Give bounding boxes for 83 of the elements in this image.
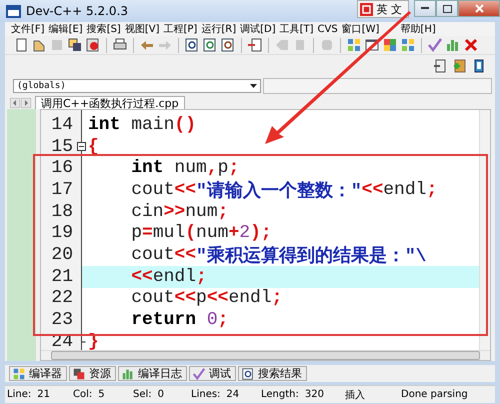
app-icon	[6, 4, 21, 18]
maximize-button[interactable]	[436, 0, 458, 17]
grid-icon	[12, 366, 26, 380]
ime-logo-icon	[360, 2, 372, 16]
code-line: cin>>num;	[130, 200, 230, 222]
line-number: 14	[51, 114, 73, 135]
panel-tab[interactable]: 资源	[69, 366, 116, 381]
close-button[interactable]	[458, 0, 500, 17]
tab-scroll-left-icon[interactable]	[10, 98, 20, 108]
save-all-icon[interactable]	[67, 37, 83, 53]
status-value: 0	[158, 389, 164, 400]
bar-chart-icon[interactable]	[445, 37, 461, 53]
status-label: Lines:	[191, 389, 220, 400]
status-value: 21	[37, 389, 50, 400]
status-value: 24	[226, 389, 240, 400]
grid-icon[interactable]	[346, 37, 362, 53]
bar-chart-icon	[121, 366, 135, 380]
pages-icon	[72, 366, 86, 380]
code-line: cout<<p<<endl;	[130, 288, 284, 310]
status-value: 插入	[345, 388, 365, 402]
menu-item[interactable]: 搜索[S]	[84, 22, 123, 36]
status-label: Sel:	[133, 389, 152, 400]
line-number: 20	[51, 244, 73, 265]
search-icon	[241, 366, 255, 380]
menu-item[interactable]: 编辑[E]	[46, 22, 85, 36]
search-icon[interactable]	[184, 37, 200, 53]
grid-icon[interactable]	[400, 37, 416, 53]
code-line: int num,p;	[130, 157, 240, 180]
close-file-icon[interactable]	[85, 37, 101, 53]
code-line: return 0;	[130, 309, 230, 331]
status-label: Col:	[73, 389, 92, 400]
status-label: Line:	[7, 389, 32, 400]
cross-icon[interactable]	[463, 37, 479, 53]
check-icon[interactable]	[427, 37, 443, 53]
status-value: 5	[98, 389, 105, 400]
menu-item[interactable]: 窗口[W]	[340, 22, 382, 36]
find-next-icon[interactable]	[220, 37, 236, 53]
code-line: {	[87, 136, 100, 158]
window-title: Dev-C++ 5.2.0.3	[26, 4, 130, 18]
panel-tab[interactable]: 调试	[189, 366, 236, 381]
minimize-icon	[421, 7, 429, 10]
code-line: cout<<"请输入一个整数："<<endl;	[130, 179, 438, 201]
code-line: int main()	[87, 114, 198, 136]
menu-item[interactable]: 文件[F]	[9, 22, 47, 36]
check-icon	[192, 366, 206, 380]
line-number: 15	[51, 136, 73, 157]
dropdown-arrow-icon	[250, 84, 257, 88]
ime-indicator[interactable]: 英 文	[356, 0, 409, 18]
line-number: 18	[51, 202, 73, 222]
goto-line-icon[interactable]	[247, 37, 263, 53]
status-value: Done parsing	[401, 389, 468, 400]
fold-toggle-icon[interactable]	[77, 142, 86, 152]
menu-item[interactable]: 运行[R]	[199, 22, 238, 36]
scope-dropdown[interactable]: (globals)	[13, 79, 261, 93]
status-label: Length:	[261, 389, 299, 400]
panel-tab[interactable]: 编译器	[9, 366, 67, 381]
line-number: 23	[51, 310, 73, 330]
menu-item[interactable]: 工程[P]	[162, 22, 200, 36]
add-document-icon[interactable]	[452, 58, 468, 74]
file-tab[interactable]: 调用C++函数执行过程.cpp	[35, 96, 185, 109]
horizontal-scrollbar[interactable]	[41, 350, 490, 360]
line-number: 19	[51, 223, 73, 244]
menu-item[interactable]: 工具[T]	[278, 22, 316, 36]
tiles-icon[interactable]	[382, 37, 398, 53]
panel-tab[interactable]: 编译日志	[118, 366, 187, 381]
tab-scroll-right-icon[interactable]	[21, 98, 31, 108]
code-line: p=mul(num+2);	[130, 222, 273, 244]
menu-item[interactable]: 帮助[H]	[398, 22, 438, 36]
line-number: 22	[51, 288, 73, 308]
line-number: 17	[51, 180, 73, 200]
replace-icon[interactable]	[202, 37, 218, 53]
panel-tab[interactable]: 搜索结果	[238, 366, 307, 381]
maximize-icon	[442, 4, 452, 12]
code-line: cout<<"乘积运算得到的结果是："\	[130, 244, 428, 266]
menu-item[interactable]: CVS	[316, 24, 340, 34]
menu-item[interactable]: 调试[D]	[238, 22, 278, 36]
status-value: 320	[304, 389, 324, 400]
close-icon	[474, 4, 484, 13]
line-number: 21	[51, 266, 73, 287]
minimize-button[interactable]	[414, 0, 436, 17]
line-number: 16	[51, 158, 73, 178]
menu-item[interactable]: 视图[V]	[122, 22, 162, 36]
ime-mode-text: 英 文	[376, 2, 402, 16]
